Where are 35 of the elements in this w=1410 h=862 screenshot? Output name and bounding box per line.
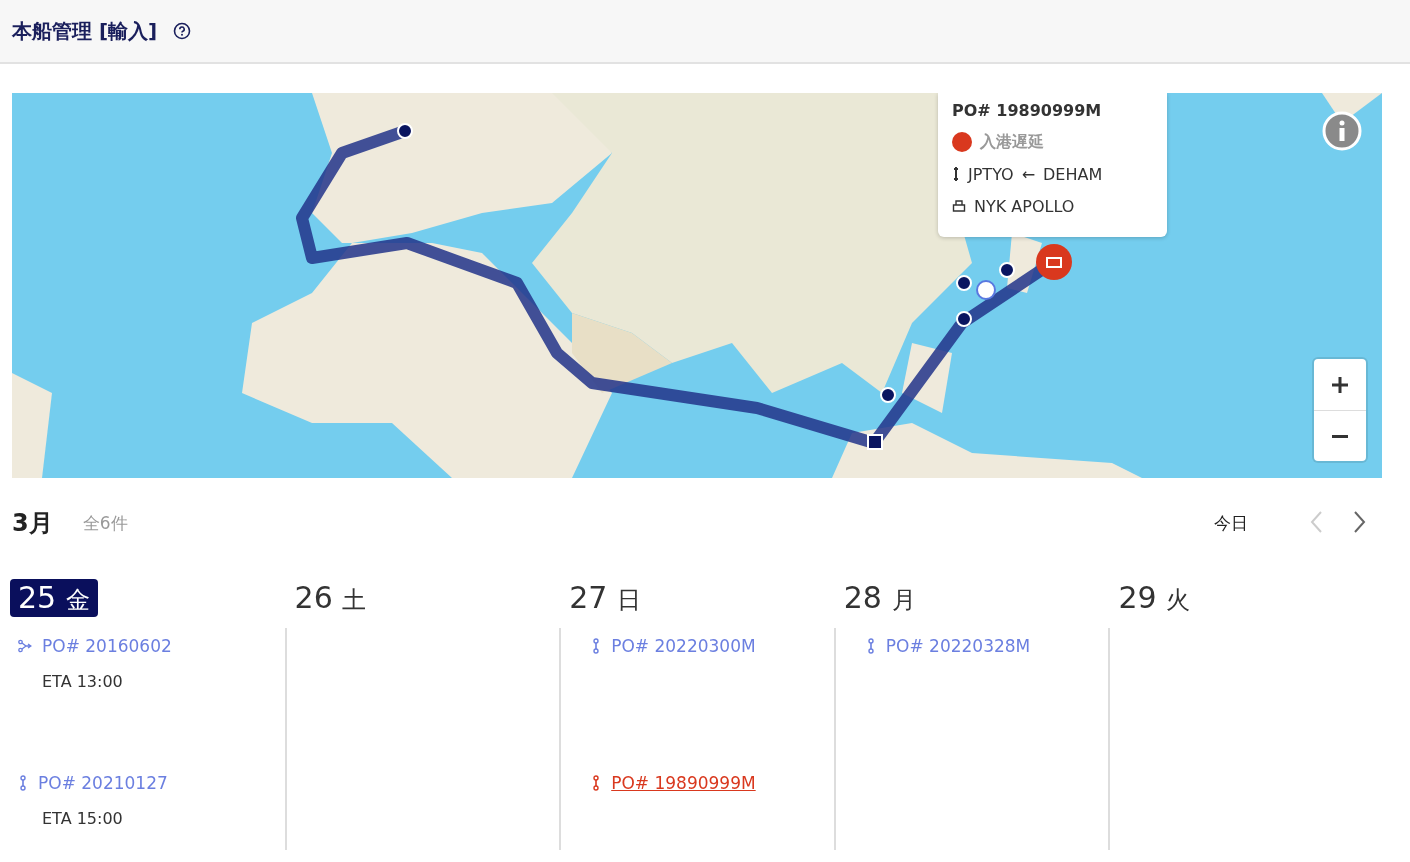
status-label: 入港遅延 (980, 131, 1044, 153)
ship-icon (952, 199, 966, 213)
order-link[interactable]: PO# 20220328M (885, 636, 1031, 656)
day-heading[interactable]: 25 金 (10, 579, 98, 617)
plus-icon (1330, 374, 1350, 395)
event-count: 全6件 (82, 511, 128, 535)
chevron-left-icon (1309, 509, 1323, 534)
route-icon (591, 775, 602, 791)
route-arrow: ← (1021, 164, 1036, 184)
minus-icon (1332, 434, 1348, 438)
day-heading[interactable]: 29 火 (1108, 579, 1199, 617)
day-heading[interactable]: 28 月 (833, 579, 924, 617)
order-link[interactable]: PO# 20160602 (42, 636, 172, 656)
eta-time: ETA 13:00 (42, 672, 124, 691)
month-label: 3月 (12, 508, 53, 539)
popup-title: PO# 19890999M (952, 101, 1103, 120)
order-link[interactable]: PO# 19890999M (611, 773, 756, 793)
page-title: 本船管理 [輸入] (12, 17, 158, 45)
chevron-right-icon (1353, 509, 1367, 534)
day-heading[interactable]: 27 日 (559, 579, 649, 617)
eta-time: ETA 15:00 (42, 809, 124, 828)
route-icon (952, 166, 960, 182)
order-link[interactable]: PO# 20220300M (611, 636, 756, 656)
route-icon (591, 638, 602, 654)
info-button[interactable] (1322, 111, 1362, 151)
vessel-name: NYK APOLLO (974, 196, 1075, 216)
route-origin: DEHAM (1043, 164, 1103, 184)
order-link[interactable]: PO# 20210127 (38, 773, 168, 793)
help-icon[interactable] (173, 22, 192, 40)
day-heading[interactable]: 26 土 (284, 579, 375, 617)
route-destination: JPTYO (968, 164, 1014, 184)
route-icon (18, 775, 28, 791)
route-icon (865, 638, 876, 654)
branch-icon (18, 639, 32, 653)
today-button[interactable]: 今日 (1208, 510, 1254, 536)
